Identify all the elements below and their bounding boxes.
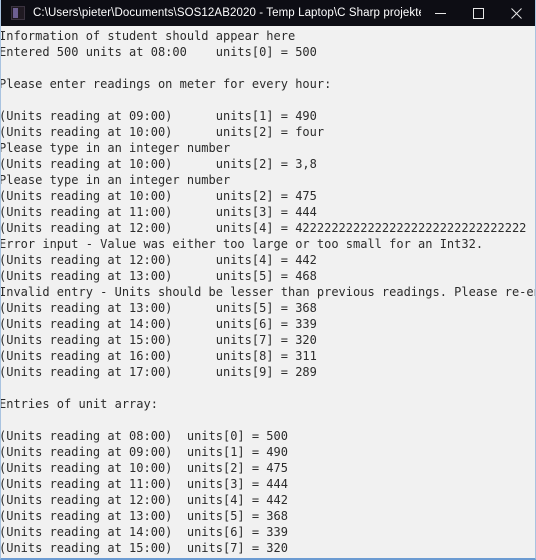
console-app-icon bbox=[11, 6, 25, 20]
close-button[interactable] bbox=[497, 0, 535, 26]
close-icon bbox=[510, 7, 522, 19]
maximize-icon bbox=[472, 7, 484, 19]
console-text: Information of student should appear her… bbox=[1, 29, 535, 558]
minimize-button[interactable] bbox=[421, 0, 459, 26]
window-title: C:\Users\pieter\Documents\SOS12AB2020 - … bbox=[33, 7, 421, 19]
console-output-area[interactable]: Information of student should appear her… bbox=[1, 26, 535, 558]
window-titlebar[interactable]: C:\Users\pieter\Documents\SOS12AB2020 - … bbox=[1, 0, 535, 26]
minimize-icon bbox=[434, 12, 446, 14]
maximize-button[interactable] bbox=[459, 0, 497, 26]
console-window: C:\Users\pieter\Documents\SOS12AB2020 - … bbox=[0, 0, 536, 560]
